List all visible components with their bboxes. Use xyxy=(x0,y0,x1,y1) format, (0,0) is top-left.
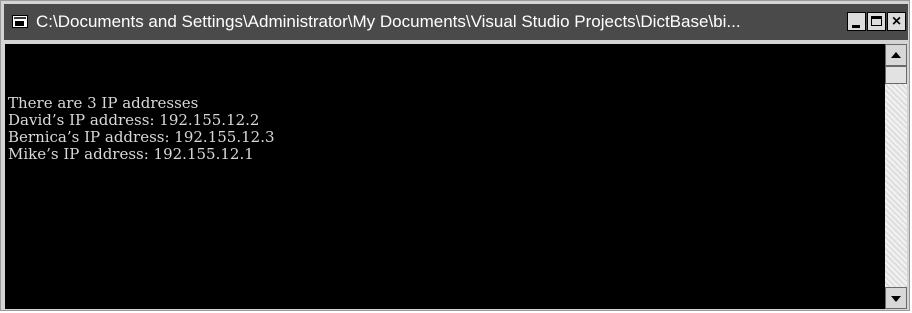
maximize-button[interactable] xyxy=(867,12,886,31)
console-output: There are 3 IP addresses David’s IP addr… xyxy=(8,95,275,163)
scroll-down-button[interactable] xyxy=(885,287,907,309)
vertical-scrollbar[interactable] xyxy=(885,44,907,309)
close-button[interactable]: × xyxy=(887,12,906,31)
console-line: There are 3 IP addresses xyxy=(8,94,199,112)
console-window: C:\Documents and Settings\Administrator\… xyxy=(0,0,910,311)
window-title: C:\Documents and Settings\Administrator\… xyxy=(36,12,741,31)
arrow-down-icon xyxy=(891,296,901,302)
console-line: Bernica’s IP address: 192.155.12.3 xyxy=(8,128,275,146)
minimize-button[interactable] xyxy=(847,12,866,31)
console-window-icon[interactable] xyxy=(12,15,28,28)
console-line: David’s IP address: 192.155.12.2 xyxy=(8,111,260,129)
scroll-up-button[interactable] xyxy=(885,44,907,66)
scroll-thumb[interactable] xyxy=(885,66,907,84)
close-icon: × xyxy=(891,13,902,30)
minimize-icon xyxy=(852,25,860,28)
maximize-icon xyxy=(871,16,882,26)
arrow-up-icon xyxy=(891,52,901,58)
title-bar[interactable]: C:\Documents and Settings\Administrator\… xyxy=(4,4,908,40)
console-line: Mike’s IP address: 192.155.12.1 xyxy=(8,145,254,163)
console-output-area[interactable]: There are 3 IP addresses David’s IP addr… xyxy=(5,44,885,309)
